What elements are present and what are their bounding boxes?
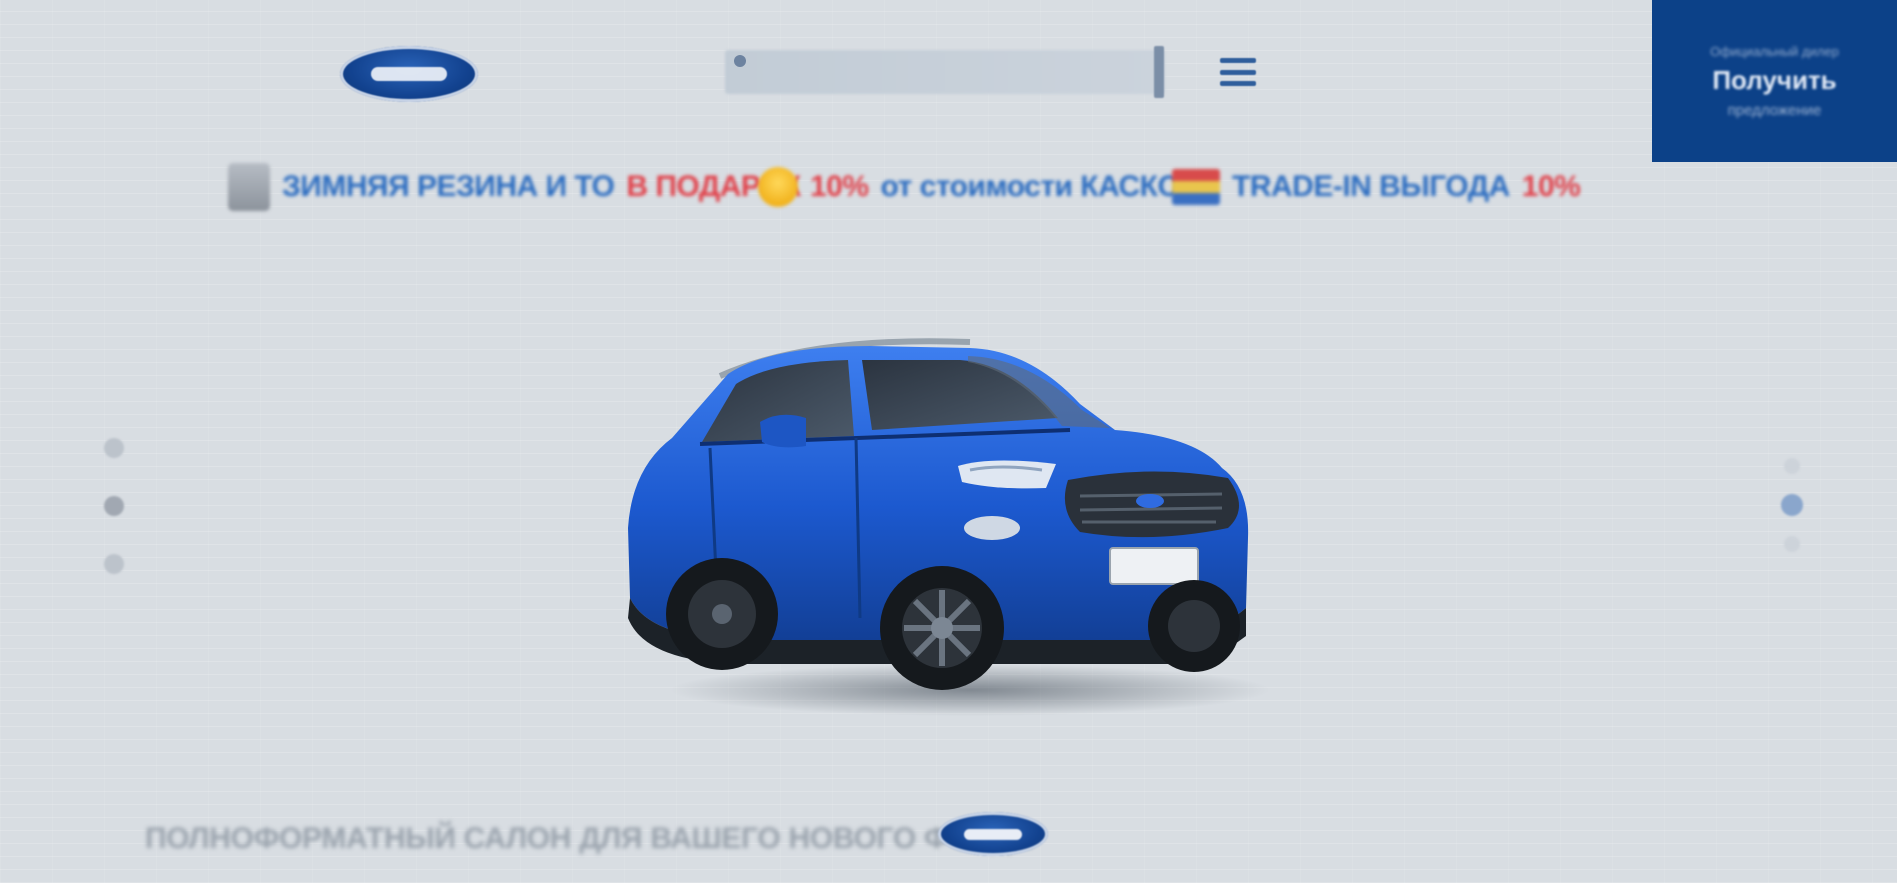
search-icon — [734, 55, 746, 67]
flag-icon — [1172, 169, 1220, 205]
car-image — [610, 318, 1290, 718]
ford-logo-script-icon — [371, 67, 447, 81]
carousel-dot-active[interactable] — [1781, 494, 1803, 516]
car-illustration — [628, 338, 1270, 716]
gift-icon — [758, 167, 798, 207]
carousel-dots-left — [104, 438, 124, 574]
benefit-accent: 10% — [1521, 170, 1581, 203]
carousel-dot[interactable] — [1784, 536, 1800, 552]
search-input[interactable] — [725, 50, 1165, 94]
car-key-icon — [228, 163, 270, 211]
promo-line3: предложение — [1727, 101, 1822, 119]
menu-line-icon — [1220, 69, 1256, 75]
benefit-kasko-discount[interactable]: 10% от стоимости КАСКО* — [758, 160, 1192, 214]
search-caret — [1154, 46, 1164, 98]
benefit-text: ЗИМНЯЯ РЕЗИНА И ТО — [282, 170, 615, 203]
carousel-dot[interactable] — [104, 554, 124, 574]
benefit-text: TRADE-IN ВЫГОДА — [1232, 170, 1510, 203]
benefit-text: от стоимости КАСКО* — [880, 170, 1192, 203]
carousel-dot-active[interactable] — [104, 496, 124, 516]
ford-logo[interactable] — [340, 46, 478, 102]
promo-panel[interactable]: Официальный дилер Получить предложение — [1652, 0, 1897, 162]
ford-logo-script-icon — [964, 828, 1022, 840]
benefit-trade-in[interactable]: TRADE-IN ВЫГОДА 10% — [1172, 160, 1581, 214]
benefit-winter-tires[interactable]: ЗИМНЯЯ РЕЗИНА И ТО В ПОДАРОК — [228, 160, 801, 214]
promo-line2: Получить — [1712, 64, 1837, 95]
carousel-dot[interactable] — [104, 438, 124, 458]
menu-line-icon — [1220, 58, 1256, 63]
hamburger-menu-icon[interactable] — [1220, 58, 1256, 86]
menu-line-icon — [1220, 81, 1256, 86]
ford-logo-footer[interactable] — [938, 812, 1048, 856]
carousel-dots-right — [1781, 458, 1803, 552]
footer-slogan: ПОЛНОФОРМАТНЫЙ САЛОН ДЛЯ ВАШЕГО НОВОГО Ф… — [145, 822, 1033, 855]
carousel-dot[interactable] — [1784, 458, 1800, 474]
benefit-accent: 10% — [810, 170, 869, 203]
promo-line1: Официальный дилер — [1710, 43, 1839, 59]
